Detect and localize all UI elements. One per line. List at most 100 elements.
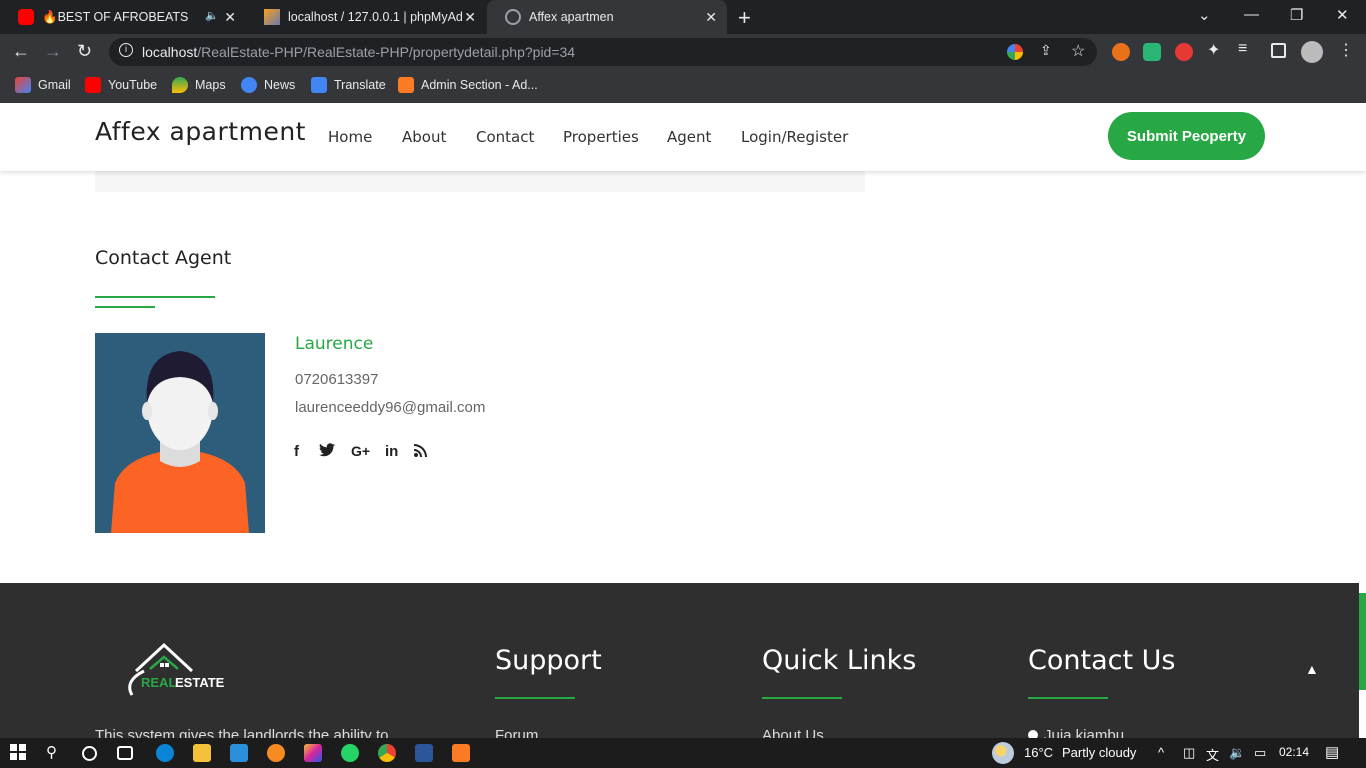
search-app-icon[interactable] (267, 744, 285, 762)
word-icon[interactable] (415, 744, 433, 762)
maps-icon (172, 77, 188, 93)
close-window-icon[interactable]: ✕ (1336, 6, 1349, 24)
agent-name: Laurence (295, 334, 374, 354)
google-icon[interactable] (1007, 44, 1023, 60)
tab-search-icon[interactable]: ⌄ (1198, 6, 1211, 24)
gmail-icon (15, 77, 31, 93)
side-panel-icon[interactable] (1271, 43, 1286, 58)
nav-agent[interactable]: Agent (667, 128, 711, 146)
puzzle-icon[interactable]: ✦ (1207, 40, 1225, 59)
nav-about[interactable]: About (402, 128, 446, 146)
logo-text-estate: ESTATE (175, 675, 225, 690)
close-tab-icon[interactable]: ✕ (705, 9, 717, 26)
url-text: localhost/RealEstate-PHP/RealEstate-PHP/… (142, 44, 576, 60)
info-icon[interactable]: i (119, 43, 133, 57)
minimize-icon[interactable]: — (1244, 6, 1259, 23)
bookmark-label: News (264, 78, 296, 92)
twitter-icon[interactable] (319, 443, 335, 461)
weather-temperature[interactable]: 16°C (1024, 745, 1053, 760)
facebook-icon[interactable]: f (294, 443, 299, 460)
browser-tab-bar: 🔥BEST OF AFROBEATS NAIJ 🔈 ✕ localhost / … (0, 0, 1366, 34)
submit-property-button[interactable]: Submit Peoperty (1108, 112, 1265, 160)
whatsapp-icon[interactable] (341, 744, 359, 762)
weather-icon[interactable] (992, 742, 1014, 764)
chrome-icon[interactable] (378, 744, 396, 762)
agent-email: laurenceeddy96@gmail.com (295, 399, 486, 416)
footer-support-heading: Support (495, 645, 602, 676)
edge-icon[interactable] (156, 744, 174, 762)
forward-icon[interactable]: → (44, 41, 62, 62)
bookmark-news[interactable]: News (241, 77, 295, 93)
audio-icon: 🔈 (205, 10, 219, 22)
network-icon[interactable]: ◫ (1183, 745, 1195, 761)
extension-icon[interactable] (1112, 43, 1130, 61)
bookmark-label: YouTube (108, 78, 158, 92)
chevron-up-icon[interactable]: ^ (1158, 745, 1164, 760)
site-brand[interactable]: Affex apartment (95, 117, 306, 146)
xampp-icon[interactable] (452, 744, 470, 762)
bookmark-admin[interactable]: Admin Section - Ad... (398, 77, 538, 93)
media-icon[interactable]: ≡ (1238, 40, 1256, 58)
file-explorer-icon[interactable] (193, 744, 211, 762)
bookmark-label: Translate (334, 78, 386, 92)
task-view-icon[interactable] (117, 746, 133, 760)
footer-contact-heading: Contact Us (1028, 645, 1176, 676)
bookmark-star-icon[interactable]: ☆ (1071, 41, 1085, 61)
tab-phpmyadmin[interactable]: localhost / 127.0.0.1 | phpMyAdm ✕ (246, 0, 486, 34)
translate-icon (311, 77, 327, 93)
store-icon[interactable] (230, 744, 248, 762)
scrollbar-thumb[interactable] (1359, 593, 1366, 690)
restore-icon[interactable]: ❐ (1290, 6, 1303, 24)
nav-login-register[interactable]: Login/Register (741, 128, 848, 146)
address-bar[interactable]: i localhost/RealEstate-PHP/RealEstate-PH… (109, 38, 1097, 66)
site-header: Affex apartment Home About Contact Prope… (0, 103, 1366, 171)
new-tab-icon[interactable]: + (738, 5, 751, 31)
windows-start-icon[interactable] (10, 744, 28, 762)
tab-affex[interactable]: Affex apartmen ✕ (487, 0, 727, 34)
phpmyadmin-icon (264, 9, 280, 25)
nav-home[interactable]: Home (328, 128, 372, 146)
close-tab-icon[interactable]: ✕ (464, 9, 476, 26)
bookmark-gmail[interactable]: Gmail (15, 77, 71, 93)
bookmark-label: Maps (195, 78, 226, 92)
google-plus-icon[interactable]: G+ (351, 443, 370, 459)
volume-icon[interactable]: 🔉 (1229, 745, 1245, 761)
tab-youtube[interactable]: 🔥BEST OF AFROBEATS NAIJ 🔈 ✕ (0, 0, 246, 34)
footer-underline (495, 697, 575, 699)
back-icon[interactable]: ← (12, 41, 30, 62)
heading-underline (95, 296, 215, 298)
share-icon[interactable]: ⇪ (1040, 42, 1052, 59)
language-icon[interactable]: 文 (1206, 745, 1219, 764)
agent-phone: 0720613397 (295, 371, 379, 388)
shield-extension-icon[interactable] (1143, 43, 1161, 61)
xampp-icon (398, 77, 414, 93)
tab-title: Affex apartmen (529, 10, 614, 24)
bookmark-maps[interactable]: Maps (172, 77, 226, 93)
footer-underline (1028, 697, 1108, 699)
bookmark-translate[interactable]: Translate (311, 77, 386, 93)
nav-contact[interactable]: Contact (476, 128, 534, 146)
notifications-icon[interactable]: ▤ (1325, 743, 1339, 761)
wifi-icon[interactable]: ▭ (1254, 745, 1266, 761)
cortana-icon[interactable] (82, 746, 97, 761)
adblock-icon[interactable] (1175, 43, 1193, 61)
avatar[interactable] (1301, 41, 1323, 63)
youtube-icon (18, 9, 34, 25)
reload-icon[interactable]: ↻ (77, 41, 92, 62)
agent-avatar-illustration (111, 351, 249, 533)
menu-icon[interactable]: ⋮ (1338, 40, 1356, 59)
instagram-icon[interactable] (304, 744, 322, 762)
clock-time[interactable]: 02:14 (1279, 745, 1309, 759)
windows-taskbar: ⚲ 16°C Partly cloudy ^ ◫ 文 🔉 ▭ 02:14 ▤ (0, 738, 1366, 768)
browser-toolbar: ← → ↻ i localhost/RealEstate-PHP/RealEst… (0, 34, 1366, 70)
close-tab-icon[interactable]: ✕ (224, 9, 236, 26)
search-icon[interactable]: ⚲ (46, 743, 64, 761)
weather-description[interactable]: Partly cloudy (1062, 745, 1136, 760)
contact-agent-heading: Contact Agent (95, 247, 232, 269)
bookmark-youtube[interactable]: YouTube (85, 77, 157, 93)
scroll-to-top-icon[interactable]: ▲ (1305, 661, 1319, 677)
nav-properties[interactable]: Properties (563, 128, 639, 146)
rss-icon[interactable] (414, 443, 428, 461)
linkedin-icon[interactable]: in (385, 443, 398, 460)
agent-photo (95, 333, 265, 533)
